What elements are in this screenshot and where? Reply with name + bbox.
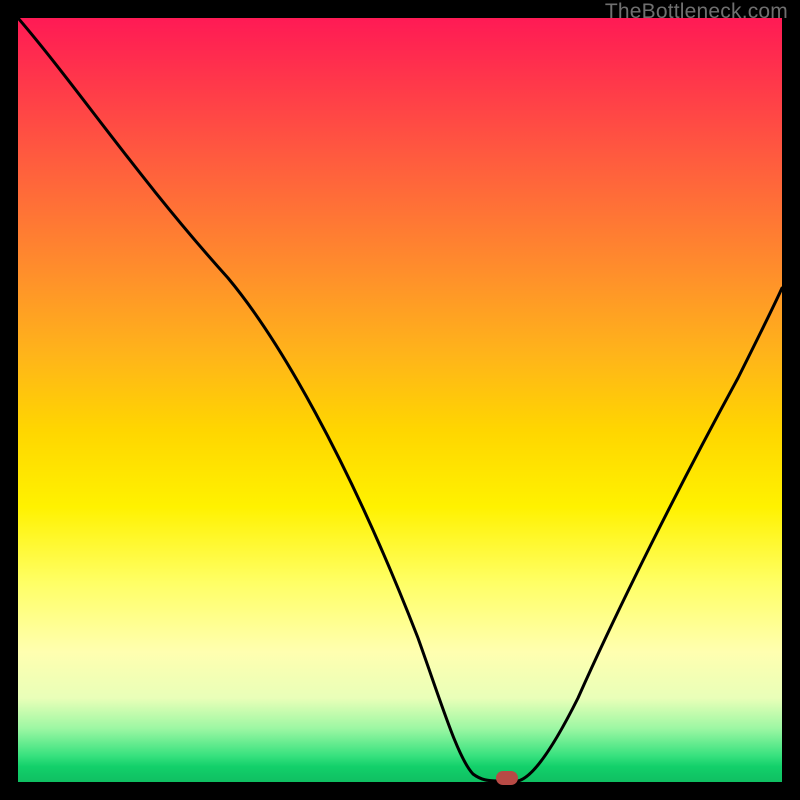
bottleneck-curve (18, 18, 782, 782)
optimal-marker (496, 771, 518, 785)
curve-path (18, 18, 782, 781)
chart-frame: TheBottleneck.com (0, 0, 800, 800)
watermark-text: TheBottleneck.com (605, 0, 788, 24)
plot-area (18, 18, 782, 782)
